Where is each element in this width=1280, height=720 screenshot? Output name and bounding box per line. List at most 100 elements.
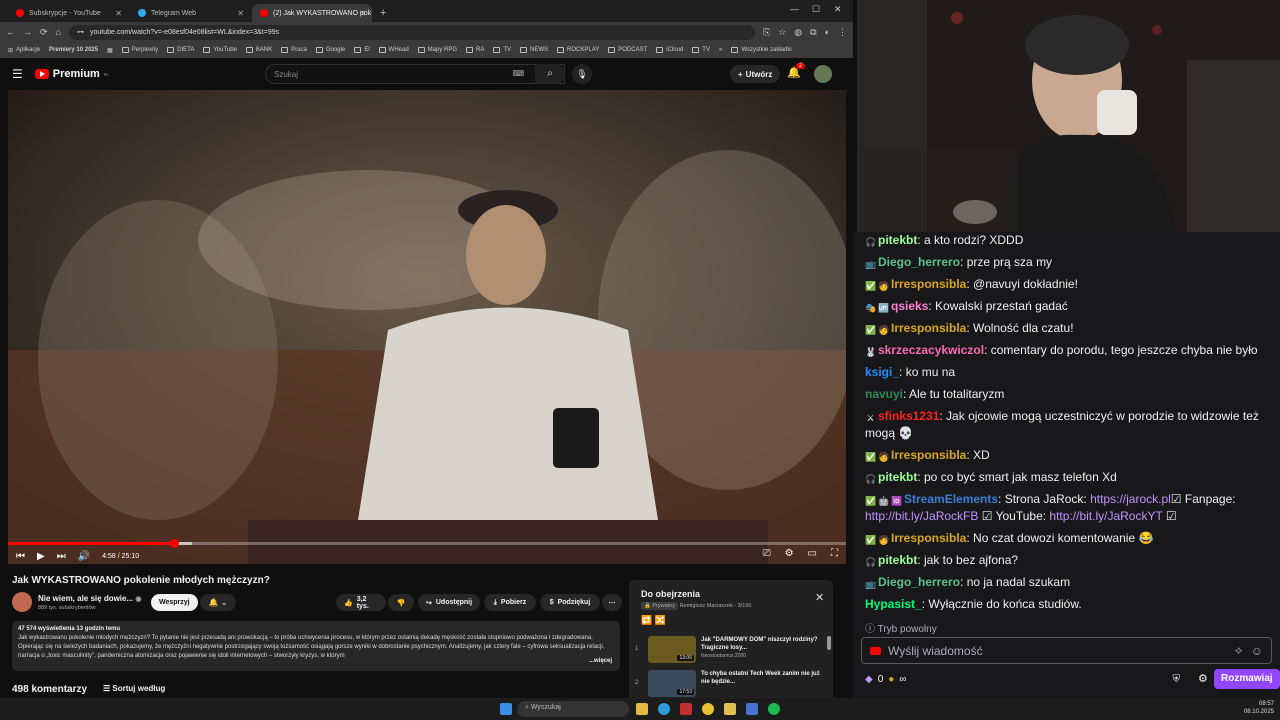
support-button[interactable]: Wesprzyj — [151, 594, 198, 611]
bookmark-item[interactable]: WHead — [378, 47, 409, 53]
bookmark-item[interactable]: ROCKPLAY — [557, 47, 599, 53]
share-button[interactable]: ↪ Udostępnij — [418, 594, 480, 611]
star-icon[interactable]: ☆ — [778, 27, 786, 38]
fullscreen-icon[interactable]: ⛶ — [831, 548, 838, 559]
badge-icon[interactable]: ✅ — [865, 281, 876, 292]
menu-icon[interactable]: ⋮ — [838, 27, 847, 38]
badge-icon[interactable]: 🧑 — [878, 452, 889, 463]
chat-input[interactable]: Wyślij wiadomość ✧ ☺ — [861, 637, 1272, 664]
chat-link[interactable]: http://bit.ly/JaRockFB — [865, 509, 978, 523]
chat-username[interactable]: Irresponsibla — [891, 531, 966, 545]
extensions-icon[interactable]: ⧉ — [810, 27, 816, 38]
spotify-icon[interactable] — [768, 703, 780, 715]
bookmark-item[interactable]: RA — [466, 47, 484, 53]
window-close-button[interactable]: ✕ — [834, 4, 842, 15]
badge-icon[interactable]: ✅ — [865, 535, 876, 546]
chat-link[interactable]: https://jarock.pl — [1090, 492, 1171, 506]
badge-icon[interactable]: 🎭 — [865, 303, 876, 314]
notes-icon[interactable] — [724, 703, 736, 715]
close-icon[interactable]: ✕ — [815, 591, 824, 604]
youtube-logo[interactable]: Premium PL — [34, 68, 109, 80]
bookmark-item[interactable]: TV — [692, 47, 710, 53]
chat-username[interactable]: Hypasist_ — [865, 597, 922, 610]
bookmark-item[interactable]: Google — [315, 47, 345, 53]
chat-username[interactable]: sfinks1231 — [878, 409, 939, 423]
chrome-icon[interactable] — [702, 703, 714, 715]
bookmark-item[interactable]: iCloud — [656, 47, 683, 53]
thanks-button[interactable]: $ Podziękuj — [540, 594, 600, 611]
edge-icon[interactable] — [658, 703, 670, 715]
voice-search-button[interactable]: 🎙 — [572, 64, 592, 84]
chat-username[interactable]: ksigi_ — [865, 365, 899, 379]
description-box[interactable]: 47 574 wyświetlenia 13 godzin temu Jak w… — [12, 621, 620, 671]
back-icon[interactable]: ← — [6, 27, 15, 37]
chat-username[interactable]: pitekbt — [878, 233, 917, 247]
badge-icon[interactable]: 🤖 — [878, 496, 889, 507]
more-bookmarks-icon[interactable]: » — [719, 47, 722, 53]
close-icon[interactable]: ✕ — [237, 9, 244, 18]
badge-icon[interactable]: 🐰 — [865, 347, 876, 358]
badge-icon[interactable]: ✅ — [865, 325, 876, 336]
windows-start-icon[interactable] — [500, 703, 512, 715]
like-button[interactable]: 👍 3,2 tys. — [336, 594, 386, 611]
chat-username[interactable]: skrzeczacykwiczol — [878, 343, 984, 357]
bookmark-item[interactable]: Mapy RPG — [417, 47, 457, 53]
chat-send-button[interactable]: Rozmawiaj — [1214, 669, 1280, 689]
reload-icon[interactable]: ⟳ — [40, 27, 48, 38]
scrubber-handle[interactable] — [169, 539, 179, 548]
badge-icon[interactable]: ✅ — [865, 496, 876, 507]
bookmark-item[interactable]: BANK — [245, 47, 272, 53]
keyboard-icon[interactable]: ⌨ — [512, 69, 524, 78]
app-icon[interactable] — [746, 703, 758, 715]
badge-icon[interactable]: 🎧 — [865, 474, 876, 485]
playlist-item[interactable]: 1 13:06 Jak "DARMOWY DOM" niszczył rodzi… — [635, 636, 823, 664]
badge-icon[interactable]: 🆔 — [891, 496, 902, 507]
subtitles-icon[interactable]: ⎚ — [763, 548, 771, 559]
forward-icon[interactable]: → — [23, 27, 32, 37]
badge-icon[interactable]: 📺 — [865, 579, 876, 590]
settings-icon[interactable]: ⚙ — [785, 548, 794, 559]
next-icon[interactable]: ⏭ — [57, 551, 66, 562]
play-icon[interactable]: ▶ — [37, 551, 45, 562]
download-button[interactable]: ⤓ Pobierz — [484, 594, 536, 611]
clock[interactable]: 08:57 08.10.2025 — [1244, 700, 1274, 716]
chat-username[interactable]: pitekbt — [878, 553, 917, 567]
badge-icon[interactable]: 🎧 — [865, 557, 876, 568]
chat-username[interactable]: navuyi — [865, 387, 903, 401]
app-icon[interactable] — [680, 703, 692, 715]
bits-icon[interactable]: ◆ — [865, 674, 873, 685]
settings-icon[interactable]: ⚙ — [1198, 672, 1208, 685]
notification-bell-button[interactable]: 🔔 ⌄ — [200, 594, 236, 611]
install-icon[interactable]: ⎘ — [763, 27, 770, 38]
site-info-icon[interactable]: ⊶ — [77, 28, 84, 36]
bookmark-item[interactable]: NEWS — [520, 47, 548, 53]
bookmark-item[interactable]: Praca — [281, 47, 307, 53]
badge-icon[interactable]: ✅ — [865, 452, 876, 463]
minimize-button[interactable]: — — [790, 4, 799, 14]
tab-video[interactable]: (2) Jak WYKASTROWANO pok ✕ — [252, 4, 372, 22]
video-player[interactable] — [8, 90, 846, 564]
new-tab-button[interactable]: + — [374, 7, 392, 22]
chat-username[interactable]: qsieks — [891, 299, 928, 313]
sort-button[interactable]: ☰ Sortuj według — [103, 684, 165, 693]
bookmark-item[interactable]: Premiery 10 2025 — [49, 47, 98, 53]
tab-telegram[interactable]: Telegram Web ✕ — [130, 4, 250, 22]
create-button[interactable]: + Utwórz — [730, 65, 781, 83]
bookmark-item[interactable]: Perplexity — [121, 47, 158, 53]
chat-username[interactable]: Irresponsibla — [891, 448, 966, 462]
profile-icon[interactable]: ◐ — [825, 27, 830, 37]
chat-username[interactable]: pitekbt — [878, 470, 917, 484]
chat-username[interactable]: Irresponsibla — [891, 321, 966, 335]
bookmark-item[interactable]: DIETA — [167, 47, 194, 53]
shuffle-icon[interactable]: 🔀 — [655, 615, 666, 625]
badge-icon[interactable]: 🧑 — [878, 535, 889, 546]
tab-subscriptions[interactable]: Subskrypcje - YouTube ✕ — [8, 4, 128, 22]
loop-icon[interactable]: 🔁 — [641, 615, 652, 625]
bookmark-item[interactable]: YouTube — [203, 47, 237, 53]
url-field[interactable]: ⊶ youtube.com/watch?v=-e08esf04e08list=WL… — [68, 24, 755, 40]
search-button[interactable]: ⌕ — [535, 64, 565, 84]
channel-name[interactable]: Nie wiem, ale się dowie... ◉ — [38, 594, 142, 603]
channel-points-icon[interactable]: ● — [888, 674, 894, 685]
close-icon[interactable]: ✕ — [115, 9, 122, 18]
search-input[interactable]: Szukaj ⌨ — [265, 64, 565, 84]
